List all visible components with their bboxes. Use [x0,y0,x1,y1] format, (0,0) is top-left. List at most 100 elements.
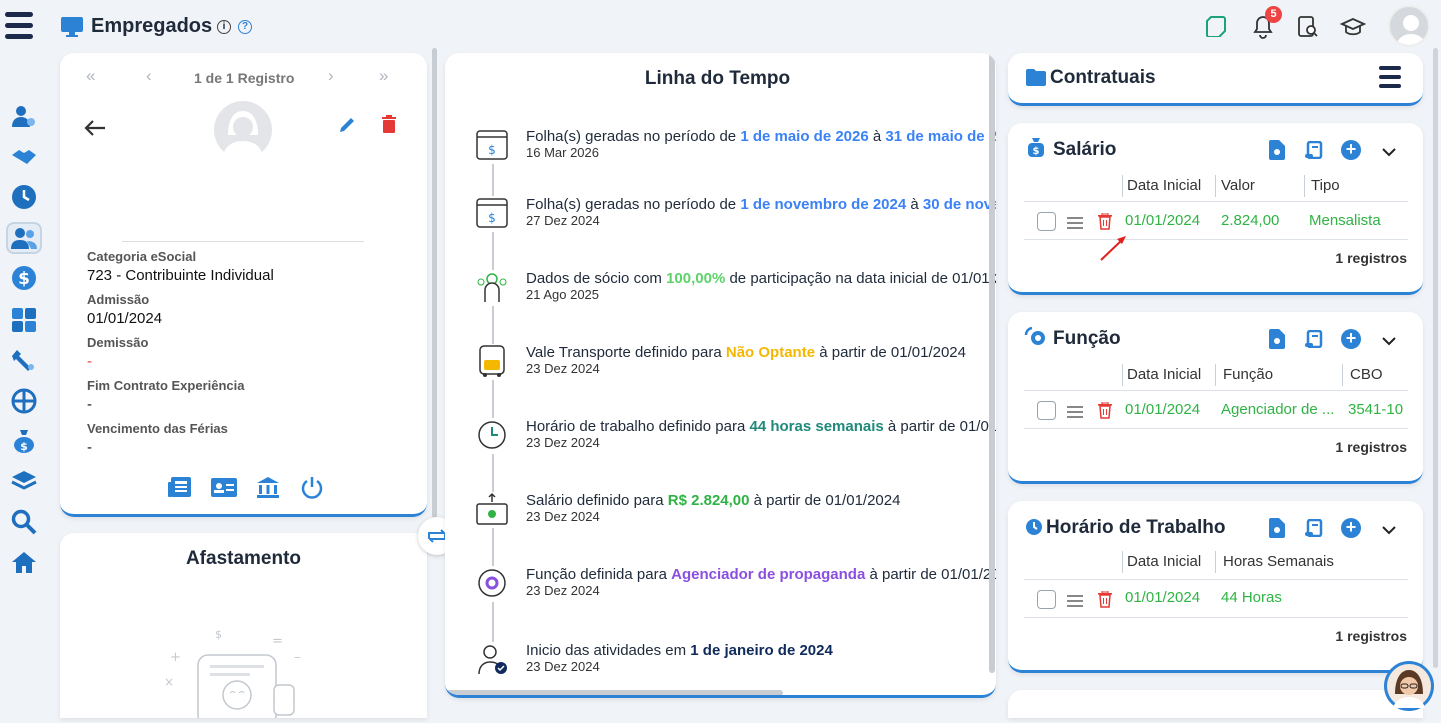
svg-text:$: $ [1033,146,1040,157]
timeline-item-text: Salário definido para R$ 2.824,00 à part… [526,492,900,509]
timeline-item-text: Folha(s) geradas no período de 1 de nove… [526,196,996,213]
contratuais-menu-icon[interactable] [1379,66,1403,90]
row-checkbox[interactable] [1037,590,1056,609]
report-search-icon[interactable] [1269,140,1285,165]
page-title: Empregados [91,15,213,37]
salario-card: $ Salário + Data Inicial Valor Tipo 01/0… [1008,123,1423,295]
employee-fields: Categoria eSocial 723 - Contribuinte Ind… [87,249,407,464]
add-button[interactable]: + [1341,329,1361,349]
timeline-text-part: à partir de 01/01/2024 [749,492,901,509]
edit-pencil-icon[interactable] [338,116,356,139]
cell-data-inicial: 01/01/2024 [1125,212,1201,229]
delete-trash-icon[interactable] [381,115,397,139]
row-checkbox[interactable] [1037,212,1056,231]
field-value: - [87,439,92,456]
row-trash-icon[interactable] [1098,401,1112,424]
info-icon[interactable]: i [217,20,231,34]
graduation-cap-icon[interactable] [1339,16,1367,43]
newspaper-icon[interactable] [168,476,192,503]
clock-icon[interactable] [9,182,39,212]
last-page-button[interactable]: » [379,66,388,86]
timeline-item-date: 23 Dez 2024 [526,659,600,674]
timeline-vertical-scrollbar[interactable] [989,53,995,673]
column-header: Data Inicial [1127,177,1202,194]
scroll-history-icon[interactable] [1305,329,1323,353]
search-icon[interactable] [9,507,39,537]
home-icon[interactable] [9,547,39,577]
column-header: Data Inicial [1127,553,1202,570]
row-checkbox[interactable] [1037,401,1056,420]
timeline-item: Vale Transporte definido para Não Optant… [445,344,996,404]
chevron-down-icon[interactable] [1382,144,1396,162]
cell-cbo: 3541-10 [1348,401,1404,418]
timeline-card: Linha do Tempo $ Folha(s) geradas no perí… [445,53,996,698]
col-divider [1215,364,1216,386]
add-button[interactable]: + [1341,518,1361,538]
col-divider [1122,551,1123,573]
user-avatar[interactable] [1388,5,1430,47]
row-trash-icon[interactable] [1098,212,1112,235]
col-divider [1304,175,1305,197]
power-icon[interactable] [300,476,324,505]
tools-icon[interactable] [9,345,39,375]
note-icon[interactable] [1205,15,1227,42]
layers-icon[interactable] [9,466,39,496]
left-column-scrollbar[interactable] [432,48,437,518]
timeline-event-icon [475,418,511,454]
users-icon[interactable] [6,222,42,254]
field-value: 723 - Contribuinte Individual [87,267,274,284]
help-icon[interactable]: ? [238,20,252,34]
timeline-horizontal-scrollbar[interactable] [445,690,783,695]
timeline-item-date: 23 Dez 2024 [526,435,600,450]
scroll-history-icon[interactable] [1305,518,1323,542]
drag-handle-icon[interactable] [1067,405,1083,423]
id-card-icon[interactable] [211,476,237,503]
user-settings-icon[interactable] [9,101,39,131]
timeline-item-date: 27 Dez 2024 [526,213,600,228]
column-header: CBO [1350,366,1383,383]
dollar-icon[interactable]: $ [9,263,39,293]
timeline-item-text: Vale Transporte definido para Não Optant… [526,344,966,361]
timeline-item-date: 23 Dez 2024 [526,583,600,598]
add-button[interactable]: + [1341,140,1361,160]
report-search-icon[interactable] [1269,329,1285,354]
record-count: 1 registros [1335,628,1407,644]
timeline-event-icon: $ [475,128,511,164]
timeline-highlight: Não Optante [725,344,816,361]
timeline-item: Dados de sócio com 100,00% de participaç… [445,270,996,330]
right-column-scrollbar[interactable] [1433,48,1438,668]
drag-handle-icon[interactable] [1067,594,1083,612]
calculator-icon[interactable] [9,305,39,335]
timeline-highlight: 44 horas semanais [749,418,884,435]
chevron-down-icon[interactable] [1382,333,1396,351]
scroll-history-icon[interactable] [1305,140,1323,164]
timeline-text-part: Inicio das atividades em [526,642,691,659]
timeline-event-icon: $ [475,196,511,232]
money-bag-icon[interactable]: $ [9,426,39,456]
previous-page-button[interactable]: ‹ [146,66,152,86]
chevron-down-icon[interactable] [1382,522,1396,540]
next-page-button[interactable]: › [328,66,334,86]
horario-card: Horário de Trabalho + Data Inicial Horas… [1008,501,1423,673]
field-label: Admissão [87,292,150,307]
assistant-avatar[interactable] [1384,661,1434,711]
handshake-icon[interactable] [9,142,39,172]
afastamento-title: Afastamento [185,548,302,569]
bank-icon[interactable] [256,476,280,503]
column-header: Função [1223,366,1274,383]
timeline-text-part: Dados de sócio com [526,270,667,287]
sidebar: $ $ [0,0,48,718]
document-search-icon[interactable] [1297,15,1319,44]
report-search-icon[interactable] [1269,518,1285,543]
funcao-title: Função [1053,328,1121,349]
network-icon[interactable] [9,386,39,416]
row-trash-icon[interactable] [1098,590,1112,613]
back-arrow-icon[interactable] [84,119,106,142]
header-divider [1024,201,1408,202]
first-page-button[interactable]: « [86,66,95,86]
contratuais-header-card: Contratuais [1008,53,1423,106]
header-divider [1024,390,1408,391]
timeline-event-icon [475,344,511,380]
drag-handle-icon[interactable] [1067,216,1083,234]
timeline-item: Salário definido para R$ 2.824,00 à part… [445,492,996,552]
